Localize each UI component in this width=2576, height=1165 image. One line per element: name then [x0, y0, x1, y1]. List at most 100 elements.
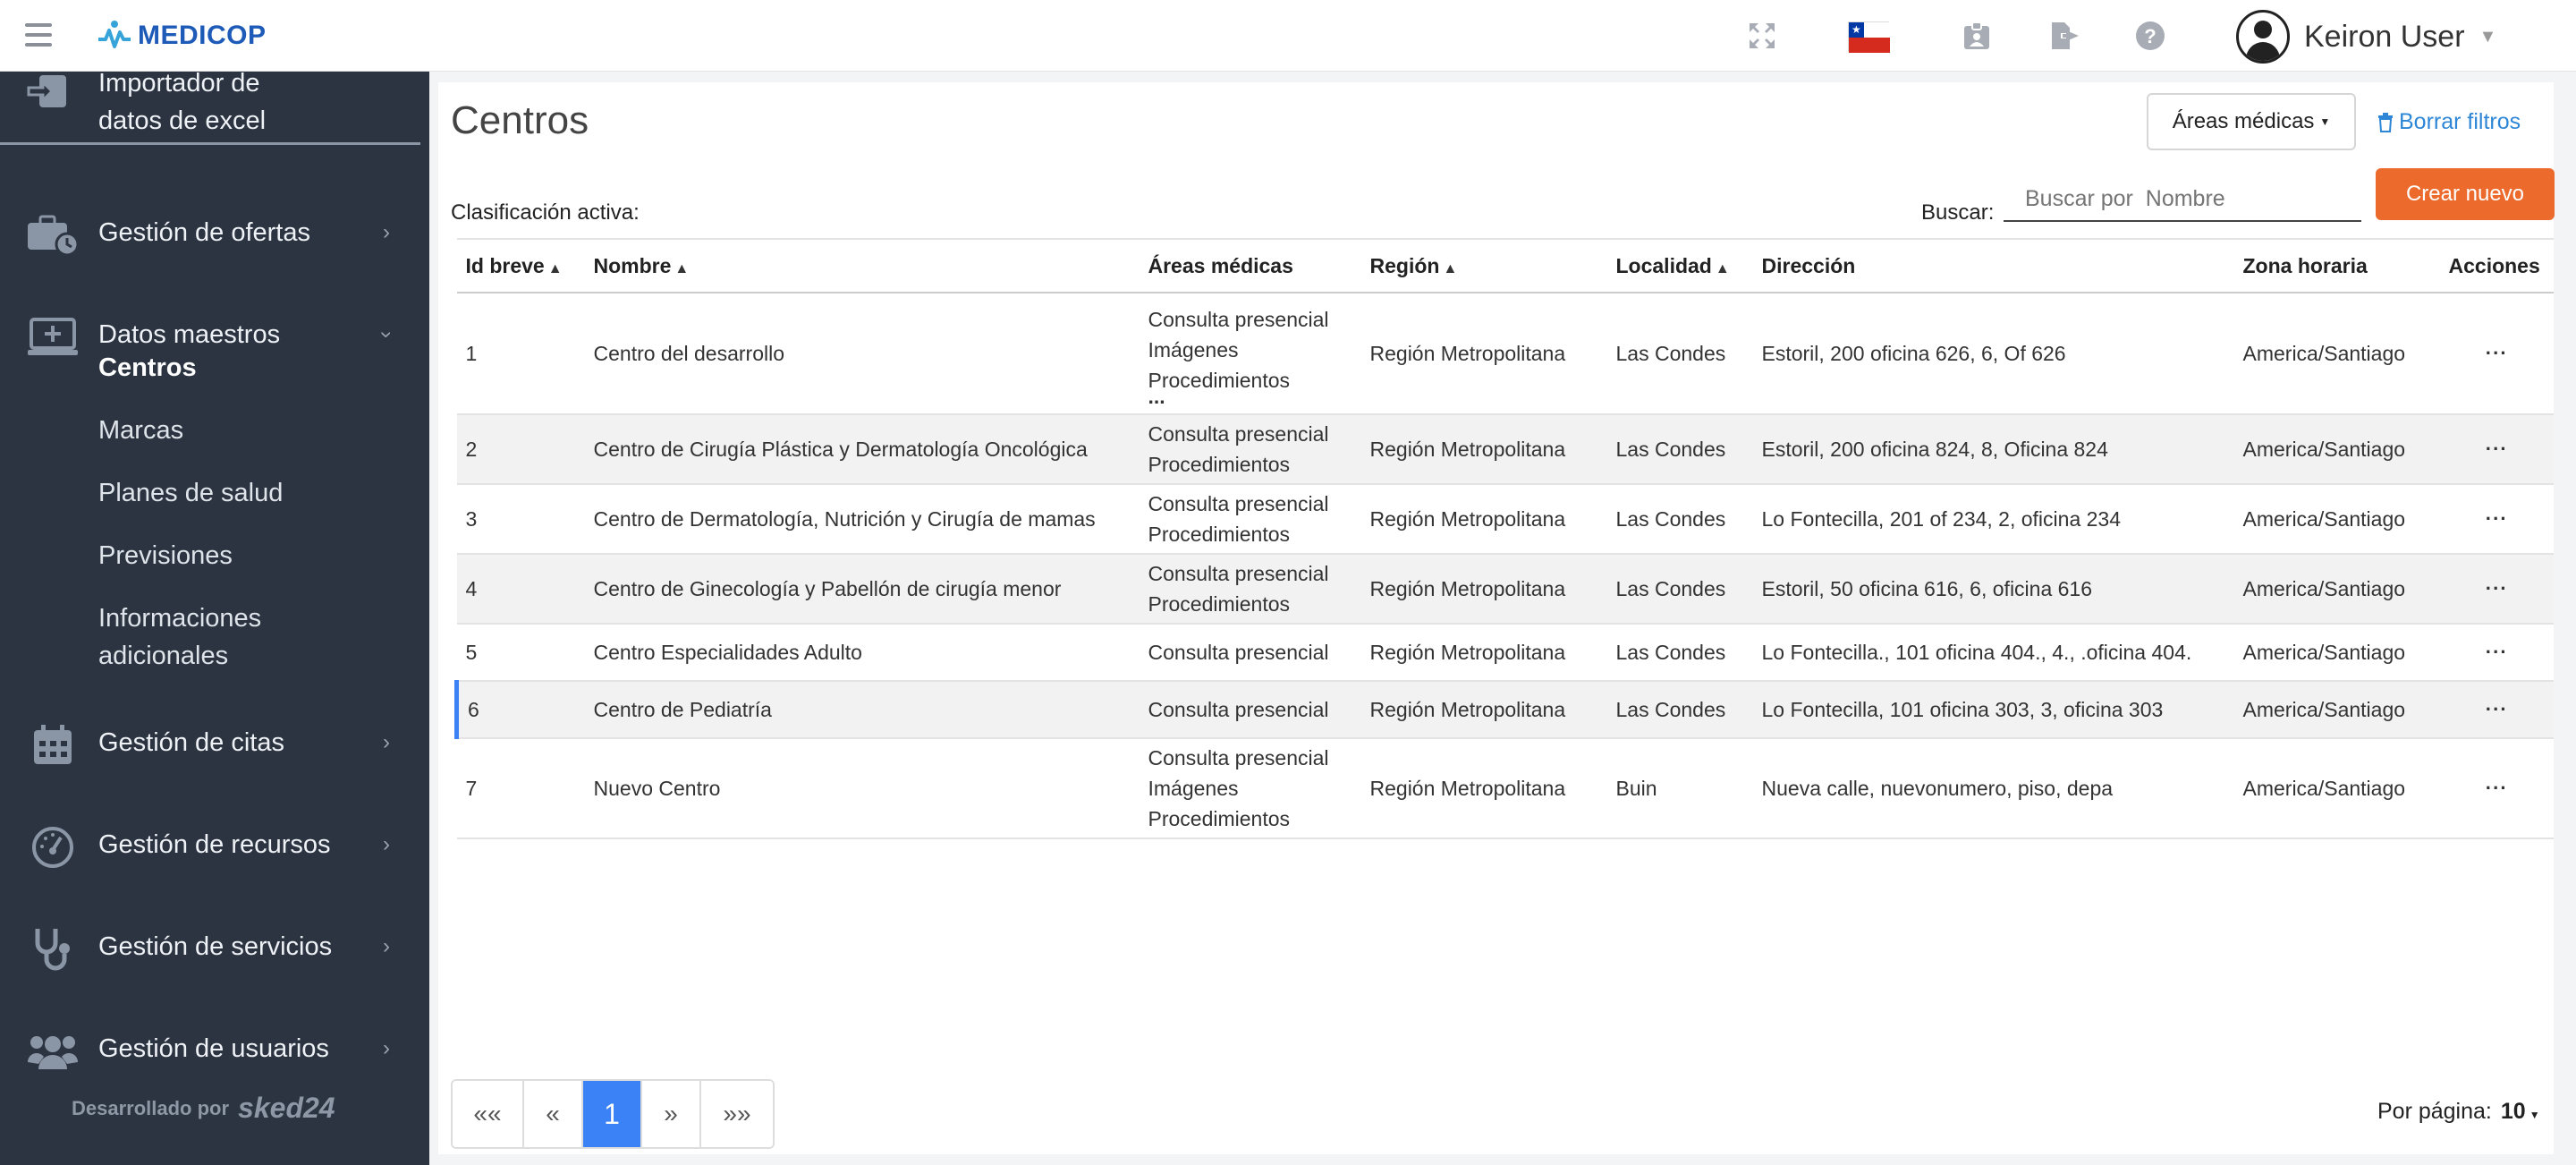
- cell-region: Región Metropolitana: [1360, 554, 1607, 625]
- create-new-button[interactable]: Crear nuevo: [2376, 168, 2555, 220]
- chevron-down-icon: ›: [375, 331, 399, 338]
- chevron-right-icon: ›: [383, 934, 390, 958]
- table-row[interactable]: 2 Centro de Cirugía Plástica y Dermatolog…: [456, 414, 2554, 485]
- cell-localidad: Las Condes: [1606, 293, 1753, 415]
- cell-id: 4: [456, 554, 585, 625]
- cell-direccion: Nueva calle, nuevonumero, piso, depa: [1752, 738, 2234, 839]
- table-row[interactable]: 4 Centro de Ginecología y Pabellón de cir…: [456, 554, 2554, 625]
- page-1-button[interactable]: 1: [583, 1081, 642, 1147]
- per-page-selector[interactable]: Por página: 10 ▼: [2377, 1099, 2540, 1125]
- fullscreen-icon[interactable]: [1746, 20, 1778, 52]
- actions-menu-icon[interactable]: ···: [2439, 484, 2554, 555]
- area-item: Procedimientos: [1148, 523, 1291, 546]
- first-page-button[interactable]: ««: [453, 1081, 524, 1147]
- menu-icon[interactable]: [25, 23, 52, 47]
- chile-flag-icon[interactable]: ★: [1848, 21, 1890, 53]
- cell-zona-horaria: America/Santiago: [2233, 738, 2440, 839]
- area-item: Consulta presencial: [1148, 308, 1329, 331]
- area-item: Procedimientos: [1148, 592, 1291, 616]
- cell-zona-horaria: America/Santiago: [2233, 293, 2440, 415]
- svg-text:?: ?: [2144, 25, 2156, 47]
- next-page-button[interactable]: »: [642, 1081, 701, 1147]
- sidebar-subitem-marcas[interactable]: Marcas: [98, 412, 183, 449]
- actions-menu-icon[interactable]: ···: [2439, 624, 2554, 682]
- cell-id: 6: [454, 681, 585, 739]
- sidebar-item-datos-maestros[interactable]: Datos maestros ›: [0, 290, 429, 379]
- top-bar: MEDICOP ★ ? Keiron User ▼: [0, 0, 2576, 72]
- actions-menu-icon[interactable]: ···: [2439, 554, 2554, 625]
- sidebar-item-servicios[interactable]: Gestión de servicios ›: [0, 902, 429, 991]
- actions-menu-icon[interactable]: ···: [2439, 681, 2554, 739]
- caret-down-icon: ▼: [2529, 1109, 2540, 1121]
- sidebar-subitem-previsiones[interactable]: Previsiones: [98, 537, 233, 574]
- sort-icon: ▲︎: [547, 260, 563, 276]
- cell-nombre: Centro de Pediatría: [584, 681, 1140, 739]
- cell-areas: Consulta presencial Imágenes Procedimiento…: [1139, 738, 1361, 839]
- sidebar-item-ofertas[interactable]: Gestión de ofertas ›: [0, 188, 429, 277]
- cell-direccion: Estoril, 200 oficina 626, 6, Of 626: [1752, 293, 2234, 415]
- caret-down-icon: ▼: [2319, 115, 2331, 128]
- calendar-icon: [25, 725, 80, 766]
- cell-areas: Consulta presencial: [1139, 681, 1361, 739]
- sidebar-item-label: Gestión de recursos: [98, 829, 331, 859]
- table-row[interactable]: 5 Centro Especialidades Adulto Consulta pr…: [456, 624, 2554, 682]
- column-header-areas: Áreas médicas: [1139, 238, 1361, 293]
- cell-zona-horaria: America/Santiago: [2233, 414, 2440, 485]
- cell-id: 2: [456, 414, 585, 485]
- areas-filter-dropdown[interactable]: Áreas médicas ▼: [2147, 93, 2356, 150]
- logout-icon[interactable]: [2048, 20, 2080, 52]
- actions-menu-icon[interactable]: ···: [2439, 414, 2554, 485]
- table-row[interactable]: 1 Centro del desarrollo Consulta presencia…: [456, 293, 2554, 415]
- cell-id: 3: [456, 484, 585, 555]
- last-page-button[interactable]: »»: [701, 1081, 773, 1147]
- sidebar-item-usuarios[interactable]: Gestión de usuarios ›: [0, 1004, 429, 1093]
- users-icon: [25, 1031, 80, 1072]
- column-header-nombre[interactable]: Nombre ▲︎: [584, 238, 1140, 293]
- column-header-localidad[interactable]: Localidad ▲︎: [1606, 238, 1753, 293]
- chevron-right-icon: ›: [383, 832, 390, 856]
- search-input[interactable]: [2004, 177, 2361, 222]
- sort-icon: ▲︎: [1715, 260, 1730, 276]
- user-menu[interactable]: Keiron User ▼: [2236, 10, 2496, 64]
- column-header-region[interactable]: Región ▲︎: [1360, 238, 1607, 293]
- sidebar-subitem-centros[interactable]: Centros: [98, 349, 197, 387]
- sidebar-item-citas[interactable]: Gestión de citas ›: [0, 698, 429, 787]
- column-header-id[interactable]: Id breve ▲︎: [456, 238, 585, 293]
- stethoscope-icon: [25, 929, 80, 971]
- prev-page-button[interactable]: «: [524, 1081, 583, 1147]
- sidebar-subitem-planes-de-salud[interactable]: Planes de salud: [98, 474, 283, 512]
- sked24-logo: sked24: [238, 1092, 335, 1124]
- area-item: Procedimientos: [1148, 807, 1291, 830]
- actions-menu-icon[interactable]: ···: [2439, 738, 2554, 839]
- id-badge-icon[interactable]: [1961, 20, 1993, 52]
- import-icon: [27, 73, 72, 114]
- cell-region: Región Metropolitana: [1360, 414, 1607, 485]
- sidebar-item-recursos[interactable]: Gestión de recursos ›: [0, 800, 429, 889]
- main-content: Centros Áreas médicas ▼ Borrar filtros Cl…: [438, 82, 2555, 1154]
- cell-region: Región Metropolitana: [1360, 293, 1607, 415]
- clear-filters-button[interactable]: Borrar filtros: [2377, 109, 2521, 135]
- help-icon[interactable]: ?: [2134, 20, 2166, 52]
- area-item: Procedimientos: [1148, 453, 1291, 476]
- sidebar-item-label: Importador de: [98, 72, 260, 98]
- sidebar-subitem-informaciones-adicionales[interactable]: Informaciones adicionales: [98, 600, 261, 675]
- chevron-right-icon: ›: [383, 1036, 390, 1060]
- column-header-acciones: Acciones: [2439, 238, 2554, 293]
- table-header-row: Id breve ▲︎ Nombre ▲︎ Áreas médicas Región…: [456, 238, 2554, 293]
- area-item: Consulta presencial: [1148, 492, 1329, 515]
- table-row[interactable]: 7 Nuevo Centro Consulta presencial Imágenes…: [456, 738, 2554, 839]
- actions-menu-icon[interactable]: ···: [2439, 293, 2554, 415]
- table-row[interactable]: 6 Centro de Pediatría Consulta presencial R…: [454, 681, 2554, 739]
- chevron-right-icon: ›: [383, 220, 390, 244]
- cell-direccion: Estoril, 200 oficina 824, 8, Oficina 824: [1752, 414, 2234, 485]
- sidebar-item-label: datos de excel: [98, 106, 267, 135]
- briefcase-clock-icon: [25, 215, 80, 257]
- sidebar-item-import-excel[interactable]: Importador de datos de excel: [0, 72, 420, 145]
- area-item: Imágenes: [1148, 777, 1239, 800]
- area-item: Imágenes: [1148, 338, 1239, 361]
- sidebar-item-label: Datos maestros: [98, 319, 281, 349]
- monitor-plus-icon: [25, 317, 80, 358]
- logo[interactable]: MEDICOP: [97, 18, 267, 54]
- table-row[interactable]: 3 Centro de Dermatología, Nutrición y Cir…: [456, 484, 2554, 555]
- area-item: Consulta presencial: [1148, 562, 1329, 585]
